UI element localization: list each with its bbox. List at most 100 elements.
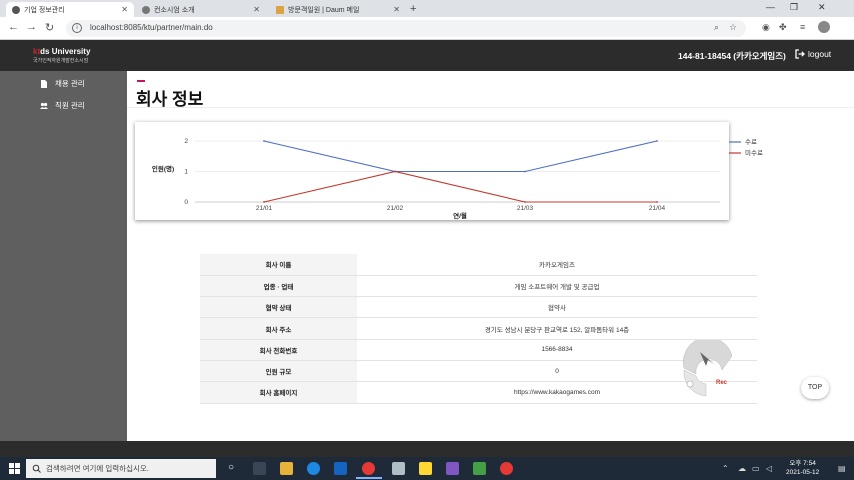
y-tick-label: 2 [184,138,188,145]
sidebar-item-employees[interactable]: 직원 관리 [40,100,85,111]
extension-icon[interactable]: ◉ [762,22,770,33]
chrome-icon[interactable] [362,462,375,475]
close-icon[interactable]: ✕ [253,5,260,14]
data-point [524,170,526,173]
info-value: 카카오게임즈 [357,254,757,276]
data-point [394,170,396,173]
site-header: ktds University 국가인적자원개발컨소시엄 144-81-1845… [0,40,854,71]
info-label: 회사 이름 [200,254,357,276]
divider [127,107,854,108]
company-id-label: 144-81-18454 (카카오게임즈) [678,51,786,61]
forward-icon[interactable]: → [26,21,37,33]
file-explorer-icon[interactable] [280,462,293,475]
ie-icon[interactable] [334,462,347,475]
task-view-icon[interactable] [253,462,266,475]
tab-title: 기업 정보관리 [24,6,65,14]
x-tick-label: 21/02 [387,205,404,212]
edge-icon[interactable] [307,462,320,475]
sidebar-item-label: 직원 관리 [55,101,85,110]
table-row: 회사 이름 카카오게임즈 [200,254,757,276]
app-icon[interactable] [473,462,486,475]
taskbar-search-input[interactable]: 검색하려면 여기에 입력하십시오. [26,459,216,478]
title-accent [137,80,145,82]
puzzle-icon[interactable]: ✤ [779,22,787,33]
profile-avatar[interactable] [818,21,830,33]
close-icon[interactable]: ✕ [121,5,128,14]
app-icon[interactable] [500,462,513,475]
mail-icon [276,5,284,14]
info-label: 인원 규모 [200,360,357,383]
close-icon[interactable]: ✕ [393,5,400,14]
table-row: 회사 홈페이지 https://www.kakaogames.com [200,381,757,404]
cortana-icon[interactable]: ○ [228,462,234,473]
company-info-table: 회사 이름 카카오게임즈 업종 · 업태 게임 소프트웨어 개발 및 공급업 협약 상태… [200,254,757,404]
browser-tab-company-info[interactable]: 기업 정보관리 ✕ [6,2,134,17]
maximize-icon[interactable]: ❐ [790,2,798,13]
search-icon [32,464,41,473]
info-label: 회사 주소 [200,317,357,340]
info-value: 경기도 성남시 분당구 판교역로 152, 알파돔타워 14층 [357,317,757,340]
x-tick-label: 21/04 [649,205,666,212]
app-icon[interactable] [446,462,459,475]
search-icon[interactable]: ⌕ [714,22,719,33]
table-row: 회사 전화번호 1566-8834 [200,339,757,361]
browser-tab-daum-mail[interactable]: 방문객일원 | Daum 메일 ✕ [270,2,406,17]
logo[interactable]: ktds University 국가인적자원개발컨소시엄 [33,47,90,64]
star-icon[interactable]: ☆ [729,22,737,33]
taskbar: 검색하려면 여기에 입력하십시오. ○ ⌃ ☁ ▭ ◁ 오후 7:54 2021… [0,457,854,480]
logout-icon [795,49,805,59]
info-icon[interactable]: i [72,23,82,33]
sidebar-item-label: 채용 관리 [55,79,85,88]
data-point [656,201,658,203]
x-axis-label: 연/월 [453,211,467,220]
users-icon [40,102,48,109]
notepad-icon[interactable] [392,462,405,475]
cloud-icon[interactable]: ☁ [738,464,746,473]
table-row: 협약 상태 협약사 [200,296,757,319]
back-icon[interactable]: ← [8,21,19,33]
x-tick-label: 21/01 [256,205,273,212]
minimize-icon[interactable]: — [766,2,775,12]
info-label: 회사 홈페이지 [200,381,357,404]
data-point [656,140,658,142]
legend-label: 미수료 [745,148,763,157]
y-tick-label: 0 [184,199,188,206]
info-label: 협약 상태 [200,296,357,319]
table-row: 회사 주소 경기도 성남시 분당구 판교역로 152, 알파돔타워 14층 [200,317,757,340]
series-line-not-completed [263,170,657,203]
site-footer [0,441,854,457]
table-row: 인원 규모 0 [200,360,757,383]
window-close-icon[interactable]: ✕ [818,2,826,13]
reload-icon[interactable]: ↻ [45,21,54,34]
scroll-top-button[interactable]: TOP [801,377,829,399]
network-icon[interactable]: ▭ [752,464,760,473]
search-placeholder: 검색하려면 여기에 입력하십시오. [46,464,149,473]
taskbar-clock[interactable]: 오후 7:54 2021-05-12 [786,459,819,477]
record-dot-icon [686,380,694,388]
data-point [524,201,526,203]
active-app-indicator [356,477,382,479]
sidebar: 채용 관리 직원 관리 [0,71,127,441]
browser-tab-consortium[interactable]: 컨소시엄 소개 ✕ [136,2,266,17]
info-label: 회사 전화번호 [200,339,357,361]
tray-chevron-icon[interactable]: ⌃ [722,464,729,473]
clock-date: 2021-05-12 [786,469,820,476]
notification-icon[interactable]: ▤ [838,464,846,473]
series-line-completed [263,140,658,173]
menu-icon[interactable]: ≡ [800,22,805,32]
tab-title: 방문객일원 | Daum 메일 [288,6,360,14]
logout-label: logout [808,49,832,59]
data-point [263,140,265,142]
logout-button[interactable]: logout [795,49,831,59]
y-axis-label: 인원(명) [152,164,174,173]
browser-tab-strip: 기업 정보관리 ✕ 컨소시엄 소개 ✕ 방문객일원 | Daum 메일 ✕ + … [0,0,854,17]
sidebar-item-recruitment[interactable]: 채용 관리 [40,78,85,89]
address-bar[interactable]: i localhost:8085/ktu/partner/main.do [66,20,746,37]
windows-start-icon[interactable] [9,463,20,474]
new-tab-button[interactable]: + [410,3,416,15]
url-text: localhost:8085/ktu/partner/main.do [90,23,213,32]
volume-icon[interactable]: ◁ [766,464,772,473]
browser-toolbar: ← → ↻ i localhost:8085/ktu/partner/main.… [0,17,854,40]
sticky-notes-icon[interactable] [419,462,432,475]
recorder-widget[interactable]: Rec [676,340,738,402]
